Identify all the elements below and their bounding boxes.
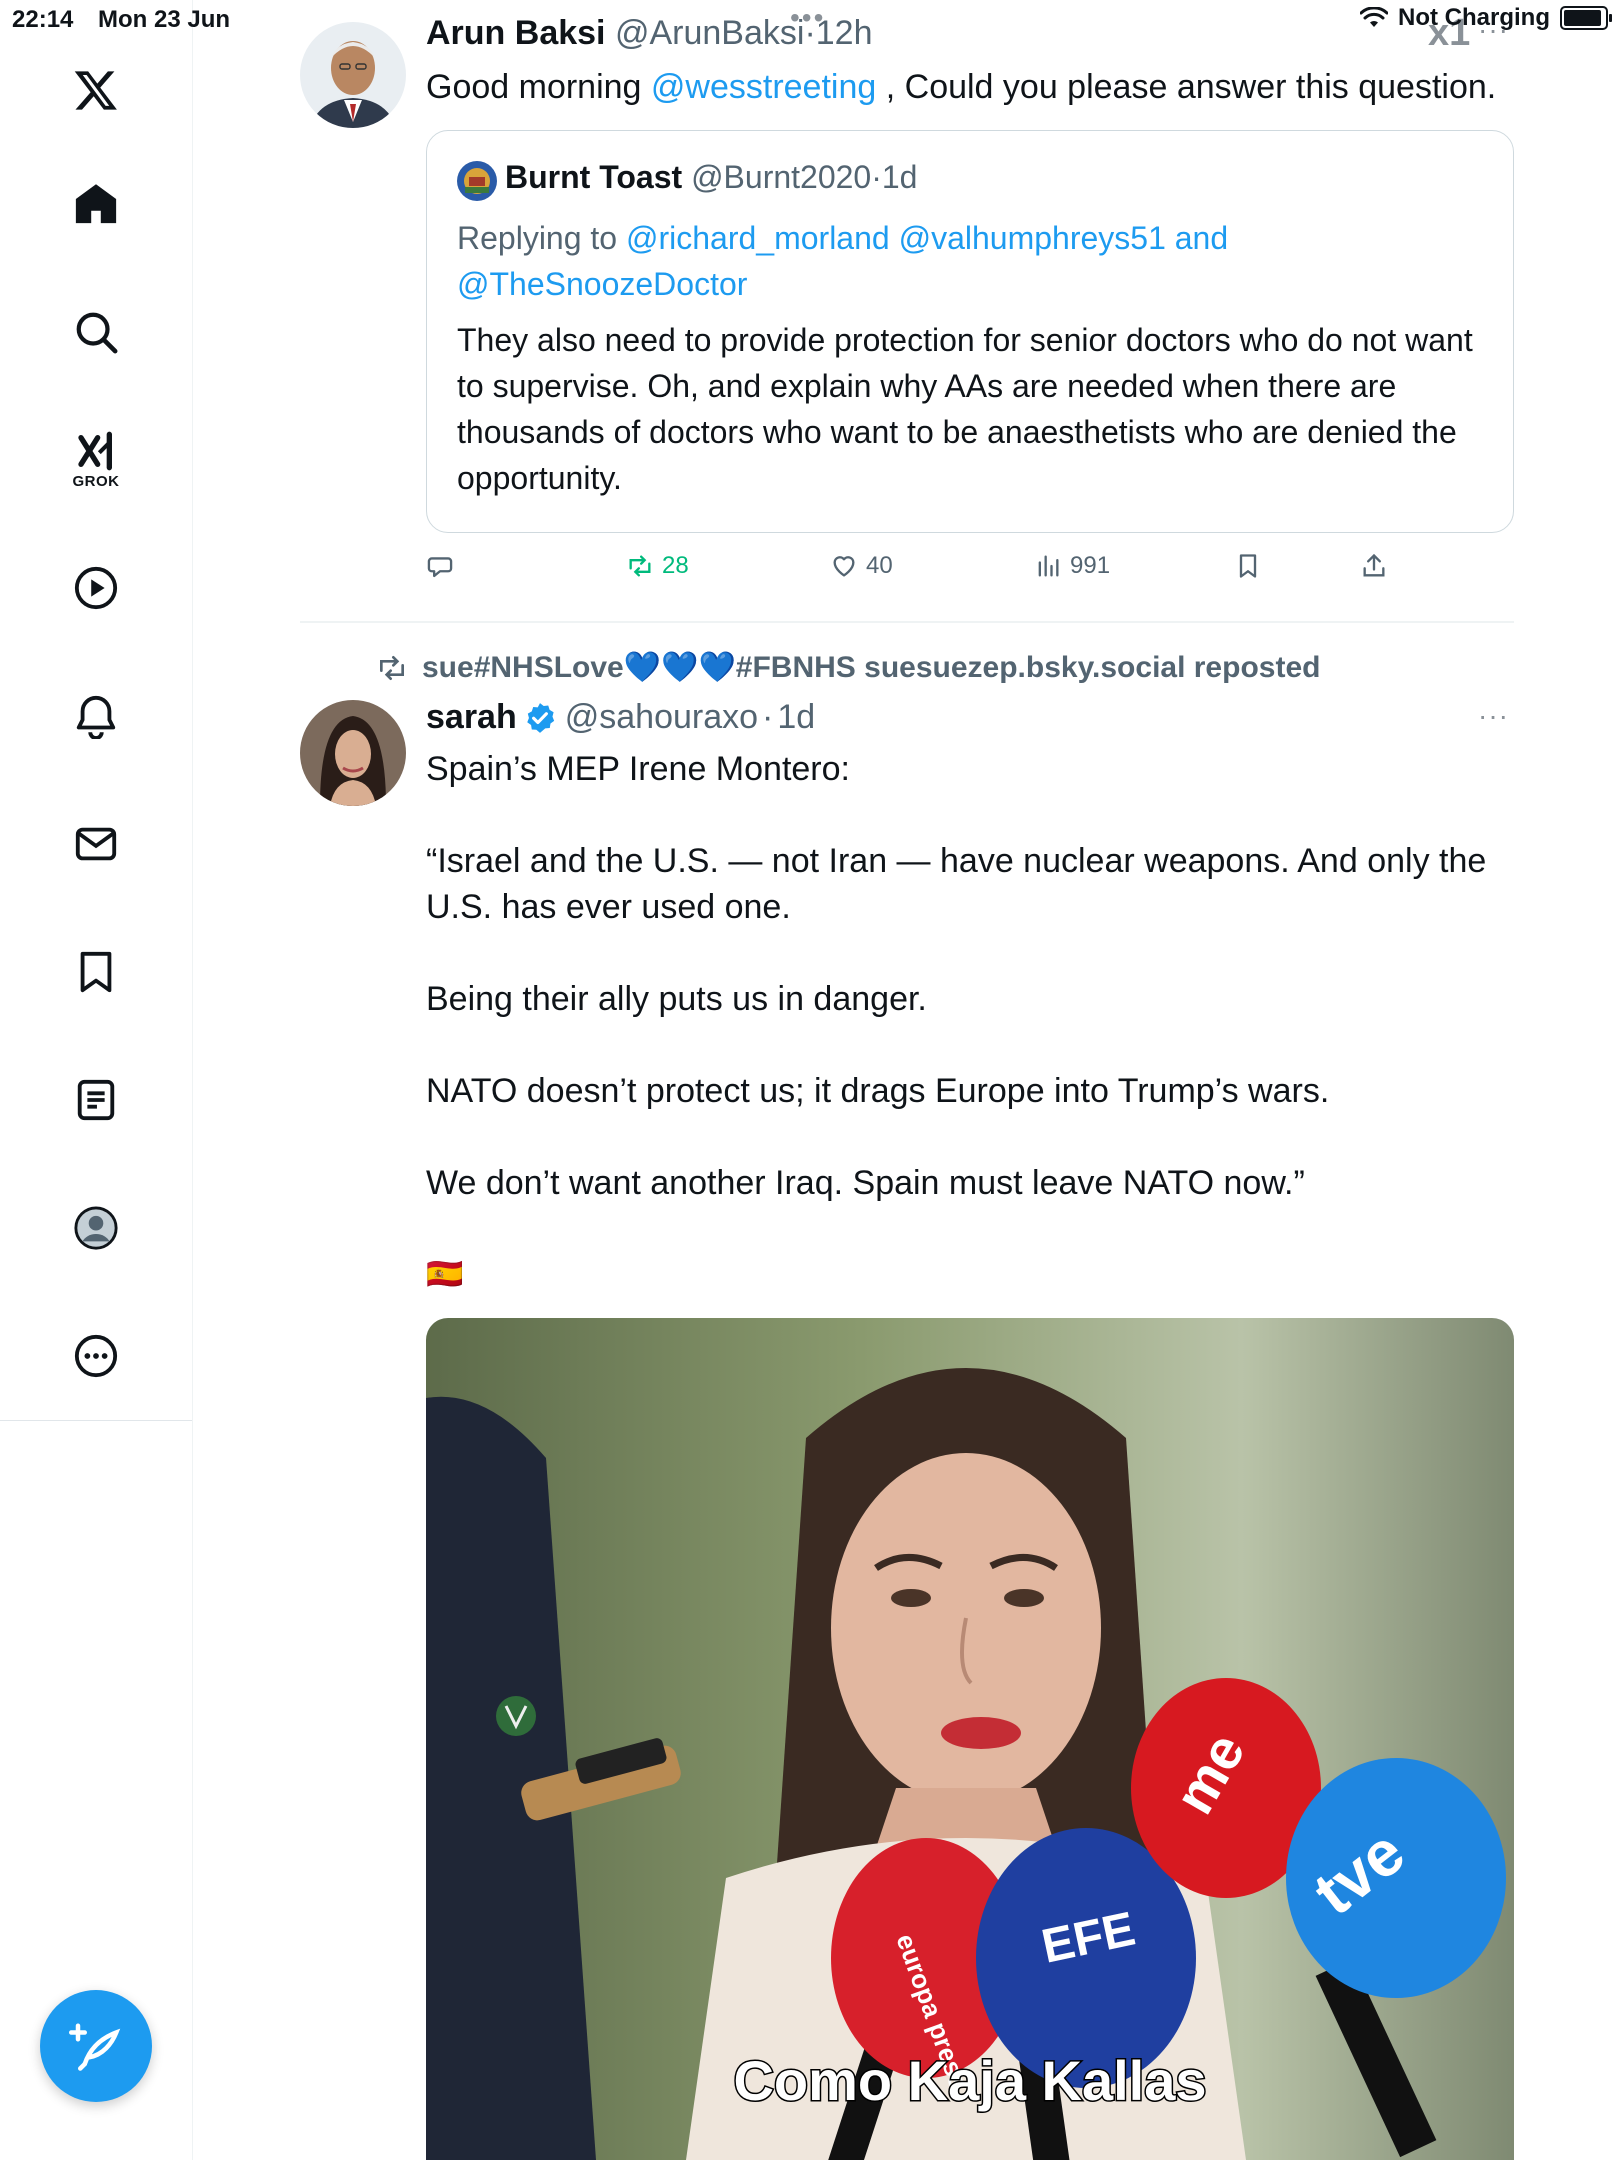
sidebar-item-bookmarks[interactable] <box>48 924 144 1020</box>
spain-flag-emoji: 🇪🇸 <box>426 1258 464 1291</box>
sidebar-item-notifications[interactable] <box>48 668 144 764</box>
tweet2-paragraph-4: NATO doesn’t protect us; it drags Europe… <box>426 1072 1330 1110</box>
multitasking-dots[interactable]: ••• <box>790 2 825 34</box>
tweet2-paragraph-5: We don’t want another Iraq. Spain must l… <box>426 1164 1305 1202</box>
quote-dot: · <box>871 159 882 195</box>
avatar-sarah-image <box>300 700 406 806</box>
tweet2-dot: · <box>762 698 774 736</box>
envelope-icon <box>75 827 117 861</box>
repost-icon <box>629 555 651 577</box>
repost-indicator-icon <box>380 655 404 680</box>
charging-status: Not Charging <box>1398 4 1550 31</box>
grok-icon <box>78 431 113 470</box>
share-button[interactable] <box>1360 552 1388 580</box>
tweet-separator <box>300 621 1514 623</box>
repost-count: 28 <box>662 552 689 579</box>
sidebar-item-messages[interactable] <box>48 796 144 892</box>
tweet2-time[interactable]: 1d <box>777 698 815 737</box>
tweet2-header: sarah @sahouraxo · 1d <box>426 698 815 737</box>
tweet2-paragraph-3: Being their ally puts us in danger. <box>426 980 927 1018</box>
tweet2-paragraph-1: Spain’s MEP Irene Montero: <box>426 750 850 788</box>
repost-button[interactable]: 28 <box>626 552 689 580</box>
sidebar-item-lists[interactable] <box>48 1052 144 1148</box>
list-icon <box>77 1079 115 1121</box>
tweet2-text: Spain’s MEP Irene Montero: “Israel and t… <box>426 746 1516 1298</box>
status-bar: 22:14 Mon 23 Jun ••• Not Charging <box>0 0 1620 40</box>
status-right: Not Charging <box>1360 4 1612 32</box>
status-time: 22:14 <box>12 6 74 33</box>
sidebar: GROK <box>0 0 193 2160</box>
like-count: 40 <box>866 552 893 579</box>
search-icon <box>76 312 118 354</box>
play-circle-icon <box>74 566 118 610</box>
repost-indicator: sue#NHSLove💙💙💙#FBNHS suesuezep.bsky.soci… <box>376 650 1320 685</box>
battery-icon <box>1560 6 1612 30</box>
quote-text: They also need to provide protection for… <box>457 322 1473 496</box>
views-button[interactable]: 991 <box>1034 552 1110 580</box>
avatar-sarah[interactable] <box>300 700 406 806</box>
more-circle-icon <box>74 1334 118 1378</box>
bookmark-button[interactable] <box>1234 552 1262 580</box>
compose-post-button[interactable] <box>40 1990 152 2102</box>
profile-avatar-icon <box>74 1206 118 1250</box>
home-icon <box>75 184 117 224</box>
bookmark-icon <box>80 951 112 993</box>
bell-icon <box>76 695 116 739</box>
quote-avatar-image <box>457 161 497 201</box>
compose-feather-icon <box>69 2023 121 2071</box>
quote-author-name: Burnt Toast <box>505 159 683 195</box>
sidebar-item-grok[interactable]: GROK <box>48 412 144 508</box>
tweet1-text: Good morning @wesstreeting , Could you p… <box>426 64 1496 110</box>
repost-indicator-text[interactable]: sue#NHSLove💙💙💙#FBNHS suesuezep.bsky.soci… <box>422 650 1320 685</box>
video-caption: Como Kaja Kallas <box>733 2049 1206 2112</box>
verified-badge-icon <box>526 702 554 733</box>
tweet2-video[interactable]: europa press EFE me tve Como Kaja Kallas <box>426 1318 1514 2160</box>
tweet2-more-icon[interactable]: ··· <box>1478 700 1509 732</box>
quote-replying: Replying to @richard_morland @valhumphre… <box>457 215 1487 307</box>
like-button[interactable]: 40 <box>830 552 893 580</box>
sidebar-item-profile[interactable] <box>48 1180 144 1276</box>
status-date: Mon 23 Jun <box>98 6 231 33</box>
x-logo[interactable] <box>48 42 144 138</box>
reply-icon <box>427 557 453 578</box>
views-icon <box>1038 555 1059 577</box>
reply-button[interactable] <box>426 552 454 580</box>
tweet2-paragraph-2: “Israel and the U.S. — not Iran — have n… <box>426 842 1487 926</box>
quoted-tweet-card[interactable]: Burnt Toast @Burnt2020·1d Replying to @r… <box>426 130 1514 533</box>
sidebar-item-more[interactable] <box>48 1308 144 1404</box>
sidebar-item-search[interactable] <box>48 284 144 380</box>
bookmark-icon <box>1239 554 1257 578</box>
wifi-icon <box>1360 7 1389 27</box>
sidebar-divider <box>0 1420 192 1421</box>
tweet1-text-after: , Could you please answer this question. <box>876 68 1497 106</box>
quote-replying-to-2[interactable]: @TheSnoozeDoctor <box>457 266 747 302</box>
tweet1-text-before: Good morning <box>426 68 651 106</box>
tweet2-author-name[interactable]: sarah <box>426 698 517 737</box>
heart-icon <box>833 556 855 577</box>
sidebar-item-home[interactable] <box>48 156 144 252</box>
quote-replying-to[interactable]: @richard_morland @valhumphreys51 and <box>626 220 1228 256</box>
sidebar-item-video[interactable] <box>48 540 144 636</box>
share-icon <box>1363 553 1385 577</box>
quote-time: 1d <box>881 159 918 195</box>
quote-header: Burnt Toast @Burnt2020·1d <box>505 159 917 196</box>
tweet2-author-handle[interactable]: @sahouraxo <box>565 698 758 737</box>
video-frame: europa press EFE me tve Como Kaja Kallas <box>426 1318 1514 2160</box>
grok-label: GROK <box>72 472 120 490</box>
quote-replying-prefix: Replying to <box>457 220 626 256</box>
tweet1-mention[interactable]: @wesstreeting <box>651 68 876 106</box>
quote-author-handle: @Burnt2020 <box>691 159 872 195</box>
quote-avatar <box>457 161 497 201</box>
tweet1-actions: 28 40 991 <box>426 552 1426 588</box>
views-count: 991 <box>1070 552 1111 579</box>
x-logo-icon <box>74 71 117 110</box>
